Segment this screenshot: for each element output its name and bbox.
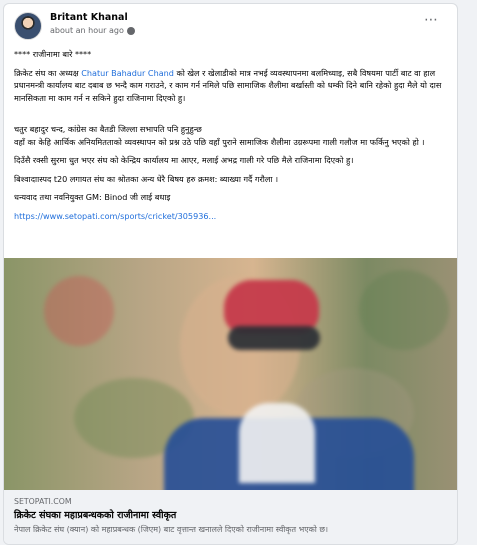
post-header: Britant Khanal about an hour ago ⋯ [14,12,447,42]
post-link[interactable]: https://www.setopati.com/sports/cricket/… [14,210,450,223]
post-meta: about an hour ago [50,26,135,35]
post-paragraph: दिउँसै रक्सी सुरमा धुत भएर संघ को केन्द्… [14,155,354,166]
post-paragraph: धन्यवाद तथा नवनियुक्त GM: Binod जी लाई ब… [14,192,171,203]
link-preview-image[interactable] [4,258,457,490]
preview-description[interactable]: नेपाल क्रिकेट संघ (क्यान) को महाप्रबन्धक… [14,524,328,535]
post-body: **** राजीनामा बारे **** क्रिकेट संघ का अ… [14,48,450,229]
post-paragraph: क्रिकेट संघ का अध्यक्ष Chatur Bahadur Ch… [14,67,442,103]
author-avatar[interactable] [14,12,42,40]
author-name[interactable]: Britant Khanal [50,12,128,23]
globe-icon [126,26,135,35]
preview-title[interactable]: क्रिकेट संघका महाप्रबन्धकको राजीनामा स्व… [14,508,176,521]
preview-source[interactable]: SETOPATI.COM [14,497,72,506]
mention-chatur-bahadur-chand[interactable]: Chatur Bahadur Chand [81,68,174,78]
post-time[interactable]: about an hour ago [50,26,124,35]
post-paragraph: **** राजीनामा बारे **** [14,49,92,59]
post-paragraph: बिश्वादाास्पद t20 लगायत संघ का श्रोतका अ… [14,173,279,184]
facebook-post-card: Britant Khanal about an hour ago ⋯ **** … [3,3,458,545]
post-paragraph: चतुर बहादुर चन्द, कांग्रेस का बैतडी जिल्… [14,123,425,147]
more-options-icon[interactable]: ⋯ [424,12,439,28]
